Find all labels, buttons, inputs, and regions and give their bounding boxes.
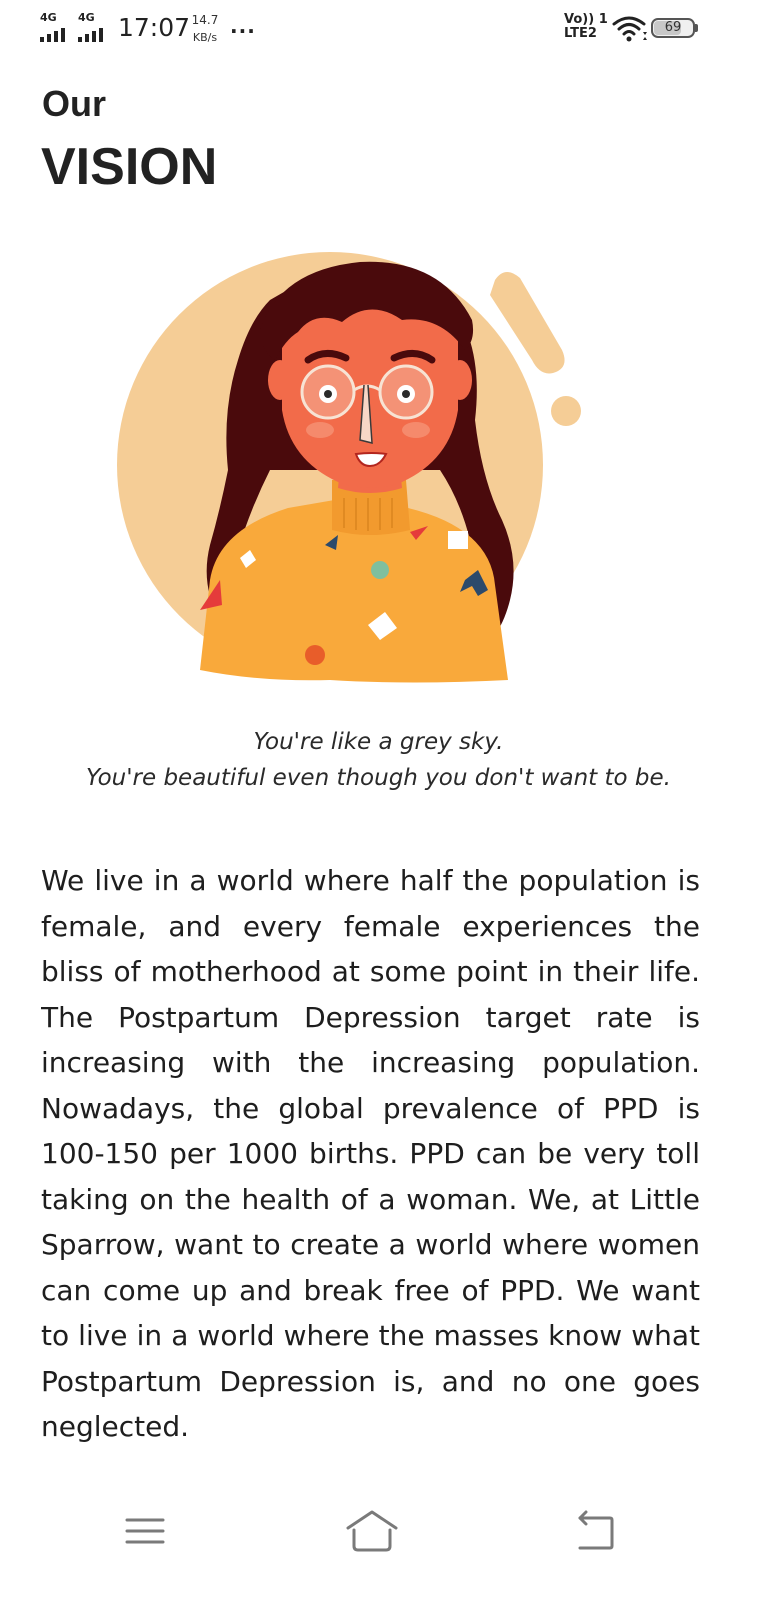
page-subtitle: Our <box>42 83 107 124</box>
volte-line1: Vo)) 1 <box>564 12 608 27</box>
network-speed-value: 14.7 <box>191 13 219 27</box>
status-clock: 17:07 <box>118 13 191 42</box>
quote-line-2: You're beautiful even though you don't w… <box>86 765 671 791</box>
sim2-signal-icon: 4G <box>78 12 108 44</box>
network-speed: 14.7 KB/s <box>188 11 222 47</box>
home-icon[interactable] <box>342 1506 402 1556</box>
battery-level: 69 <box>664 20 682 35</box>
sim1-signal-icon: 4G <box>40 12 70 44</box>
wifi-icon <box>612 16 647 42</box>
back-icon[interactable] <box>566 1506 626 1556</box>
vision-paragraph: We live in a world where half the popula… <box>41 864 700 1443</box>
quote-line-1: You're like a grey sky. <box>253 729 504 755</box>
battery-icon: 69 <box>651 18 698 40</box>
volte-indicator: Vo)) 1 LTE2 <box>564 13 608 41</box>
quote: You're like a grey sky. You're beautiful… <box>0 724 757 796</box>
sim2-network-label: 4G <box>78 11 95 24</box>
network-speed-unit: KB/s <box>192 31 218 44</box>
navigation-bar <box>0 1480 757 1600</box>
volte-line2: LTE2 <box>564 26 597 41</box>
woman-illustration <box>117 252 581 683</box>
sim1-network-label: 4G <box>40 11 57 24</box>
status-bar: 4G 4G 17:07 14.7 KB/s ... Vo)) 1 LTE2 69 <box>0 0 757 60</box>
more-notifications-icon: ... <box>230 14 256 38</box>
menu-icon[interactable] <box>115 1506 175 1556</box>
page-title: VISION <box>41 138 218 196</box>
